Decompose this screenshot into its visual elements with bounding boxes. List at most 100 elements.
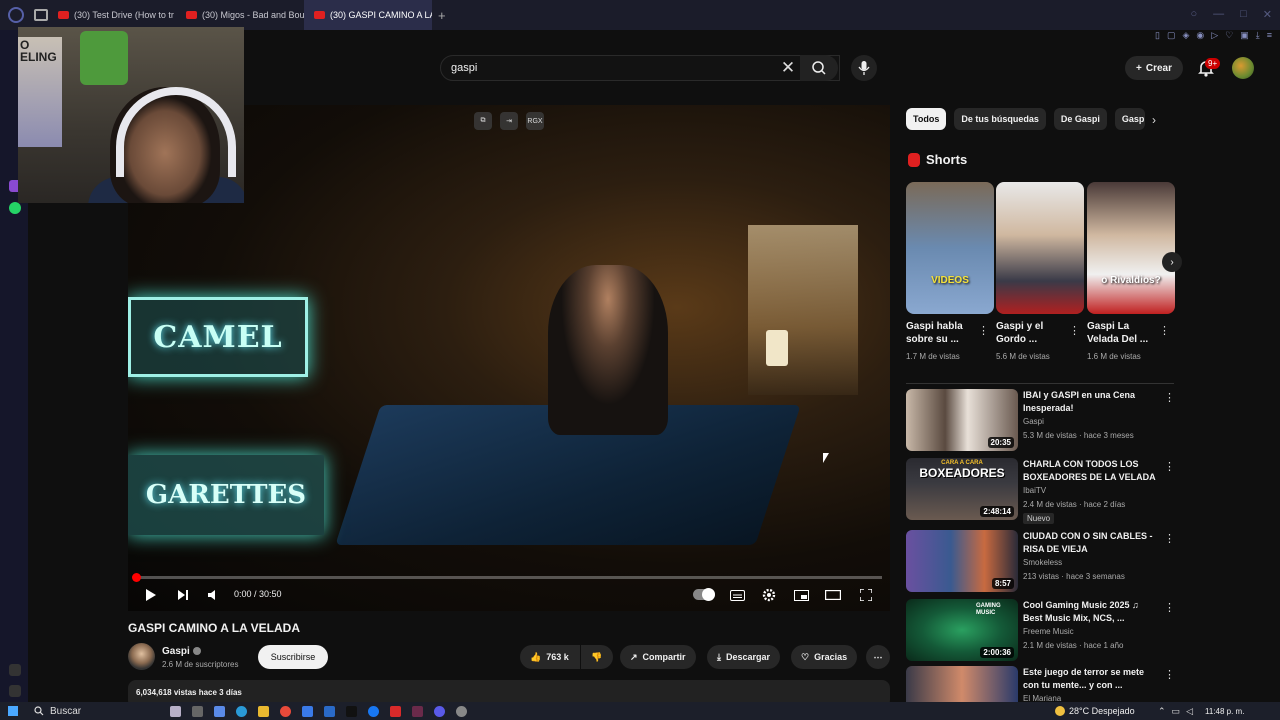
recommendation-title[interactable]: CHARLA CON TODOS LOS BOXEADORES DE LA VE… — [1023, 458, 1157, 484]
recommendation-channel[interactable]: IbaiTV — [1023, 486, 1046, 495]
recommendation-item[interactable]: CARA A CARA BOXEADORES 2:48:14 CHARLA CO… — [906, 458, 1175, 524]
taskbar-app-red-icon[interactable] — [390, 706, 401, 717]
recommendation-title[interactable]: Cool Gaming Music 2025 ♫ Best Music Mix,… — [1023, 599, 1157, 625]
facebook-icon[interactable] — [368, 706, 379, 717]
workspaces-icon[interactable] — [34, 9, 48, 21]
progress-bar[interactable] — [136, 576, 882, 579]
profile-icon[interactable]: ▣ — [1240, 30, 1249, 44]
browser-tab-3-active[interactable]: (30) GASPI CAMINO A LA — [304, 0, 432, 30]
store-icon[interactable] — [302, 706, 313, 717]
recommendation-menu-icon[interactable]: ⋮ — [1164, 391, 1175, 404]
channel-avatar[interactable] — [128, 643, 155, 670]
recommendation-menu-icon[interactable]: ⋮ — [1164, 601, 1175, 614]
discord-icon[interactable] — [434, 706, 445, 717]
recommendation-channel[interactable]: Gaspi — [1023, 417, 1044, 426]
tray-network-icon[interactable]: ▭ — [1172, 706, 1181, 717]
tray-chevron-icon[interactable]: ⌃ — [1158, 706, 1166, 717]
more-actions-button[interactable]: ⋯ — [866, 645, 890, 669]
play-button[interactable] — [142, 586, 160, 604]
recommendation-menu-icon[interactable]: ⋮ — [1164, 668, 1174, 681]
recommendation-channel[interactable]: Freeme Music — [1023, 627, 1074, 636]
recommendation-thumbnail[interactable]: CARA A CARA BOXEADORES 2:48:14 — [906, 458, 1018, 520]
chrome-icon[interactable] — [280, 706, 291, 717]
sidebar-settings-icon[interactable] — [9, 664, 21, 676]
maximize-icon[interactable]: □ — [1240, 8, 1247, 21]
theater-mode-button[interactable] — [824, 586, 842, 604]
browser-logo-icon[interactable] — [8, 7, 24, 23]
export-icon[interactable]: ⇥ — [500, 112, 518, 130]
recommendation-title[interactable]: Este juego de terror se mete con tu ment… — [1023, 666, 1157, 692]
short-title[interactable]: Gaspi La Velada Del ... — [1087, 320, 1157, 346]
recommendation-menu-icon[interactable]: ⋮ — [1164, 532, 1175, 545]
recommendation-item[interactable]: 8:57 CIUDAD CON O SIN CABLES - RISA DE V… — [906, 530, 1175, 594]
short-card-3[interactable]: o Rivaldios? — [1087, 182, 1175, 314]
channel-name-row[interactable]: Gaspi — [162, 646, 201, 657]
channel-name[interactable]: Gaspi — [162, 646, 190, 657]
short-card-2[interactable] — [996, 182, 1084, 314]
subtitles-button[interactable] — [728, 586, 746, 604]
autoplay-toggle[interactable] — [693, 588, 715, 601]
recommendation-thumbnail[interactable] — [906, 666, 1018, 702]
miniplayer-button[interactable] — [792, 586, 810, 604]
popout-icon[interactable]: ⧉ — [474, 112, 492, 130]
short-title[interactable]: Gaspi habla sobre su ... — [906, 320, 976, 346]
recommendation-channel[interactable]: Smokeless — [1023, 558, 1062, 567]
recommendation-thumbnail[interactable]: 8:57 — [906, 530, 1018, 592]
snapshot-icon[interactable]: ▢ — [1167, 30, 1176, 44]
recommendation-thumbnail[interactable]: 20:35 — [906, 389, 1018, 451]
download-button[interactable]: ⤓ Descargar — [707, 645, 781, 669]
chips-next-chevron-icon[interactable]: › — [1152, 113, 1156, 127]
voice-search-button[interactable] — [851, 55, 877, 81]
vpn-icon[interactable]: ◉ — [1196, 30, 1204, 44]
taskbar-app-copilot-icon[interactable] — [214, 706, 225, 717]
clear-search-icon[interactable]: ✕ — [778, 58, 798, 78]
tiktok-icon[interactable] — [346, 706, 357, 717]
progress-scrubber[interactable] — [132, 573, 141, 582]
short-menu-icon[interactable]: ⋮ — [1159, 324, 1170, 337]
next-button[interactable] — [174, 586, 192, 604]
play-icon[interactable]: ▷ — [1211, 30, 1218, 44]
taskbar-search[interactable]: Buscar — [34, 706, 81, 717]
short-card-1[interactable]: VIDEOS — [906, 182, 994, 314]
recommendation-item[interactable]: 20:35 IBAI y GASPI en una Cena Inesperad… — [906, 389, 1175, 453]
shorts-next-button[interactable]: › — [1162, 252, 1182, 272]
taskbar-app-widget-icon[interactable] — [170, 706, 181, 717]
taskbar-app-active-icon[interactable] — [412, 706, 423, 717]
taskbar-app-blue-icon[interactable] — [324, 706, 335, 717]
new-tab-button[interactable]: + — [438, 8, 446, 23]
taskbar-weather[interactable]: 28°C Despejado — [1055, 706, 1135, 716]
chip-all[interactable]: Todos — [906, 108, 947, 130]
taskbar-app-gray-icon[interactable] — [456, 706, 467, 717]
chip-gaspi-partial[interactable]: Gasp — [1114, 108, 1145, 130]
windows-start-icon[interactable] — [8, 706, 18, 716]
recommendation-item[interactable]: Este juego de terror se mete con tu ment… — [906, 666, 1174, 702]
volume-button[interactable] — [204, 586, 222, 604]
rgx-button[interactable]: RGX — [526, 112, 544, 130]
subscribe-button[interactable]: Suscribirse — [258, 645, 328, 669]
minimize-icon[interactable]: — — [1213, 8, 1224, 21]
shield-icon[interactable]: ◈ — [1182, 30, 1189, 44]
recommendation-channel[interactable]: El Mariana — [1023, 694, 1061, 702]
share-button[interactable]: ↗ Compartir — [620, 645, 696, 669]
recommendation-item[interactable]: GAMING MUSIC 2:00:36 Cool Gaming Music 2… — [906, 599, 1175, 663]
close-window-icon[interactable]: ✕ — [1263, 8, 1272, 21]
menu-icon[interactable]: ≡ — [1267, 30, 1272, 44]
tray-volume-icon[interactable]: ◁ — [1186, 706, 1193, 717]
short-title[interactable]: Gaspi y el Gordo ... — [996, 320, 1066, 346]
browser-tab-1[interactable]: (30) Test Drive (How to tr — [48, 0, 176, 30]
recommendation-title[interactable]: CIUDAD CON O SIN CABLES - RISA DE VIEJA — [1023, 530, 1157, 556]
fullscreen-button[interactable] — [857, 586, 875, 604]
edge-icon[interactable] — [236, 706, 247, 717]
task-view-icon[interactable] — [192, 706, 203, 717]
file-explorer-icon[interactable] — [258, 706, 269, 717]
like-button[interactable]: 👍 763 k — [520, 645, 580, 669]
settings-button[interactable] — [760, 586, 778, 604]
short-menu-icon[interactable]: ⋮ — [1069, 324, 1080, 337]
dislike-button[interactable]: 👎 — [581, 645, 613, 669]
bookmark-icon[interactable]: ▯ — [1155, 30, 1160, 44]
recommendation-menu-icon[interactable]: ⋮ — [1164, 460, 1175, 473]
short-menu-icon[interactable]: ⋮ — [978, 324, 989, 337]
download-icon[interactable]: ⤓ — [1256, 30, 1260, 44]
chip-from-searches[interactable]: De tus búsquedas — [954, 108, 1046, 130]
account-avatar[interactable] — [1232, 57, 1254, 79]
